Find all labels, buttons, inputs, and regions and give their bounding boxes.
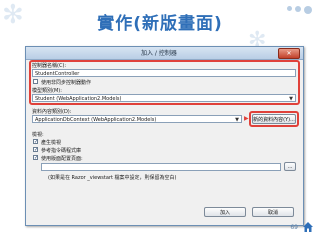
layout-path-input[interactable] xyxy=(41,163,281,171)
dialog-titlebar: 加入 / 控制器 ✕ xyxy=(26,47,303,60)
use-layout-label: 使用版面配置頁面: xyxy=(41,156,83,162)
data-context-dropdown[interactable]: ApplicationDbContext (WebApplication2.Mo… xyxy=(32,115,242,123)
slide-title: 實作(新版畫面) xyxy=(97,14,223,34)
home-icon[interactable] xyxy=(302,221,314,233)
use-layout-checkbox[interactable]: ✓ xyxy=(33,155,38,161)
add-controller-dialog: 加入 / 控制器 ✕ 控制器名稱(C): StudentController 使… xyxy=(25,46,304,226)
reference-scripts-checkbox[interactable]: ✓ xyxy=(33,147,38,153)
chevron-down-icon: ▼ xyxy=(235,117,239,123)
views-label: 檢視: xyxy=(32,132,44,138)
highlight-box-controller xyxy=(29,60,300,105)
generate-views-checkbox[interactable]: ✓ xyxy=(33,139,38,145)
arrow-right-icon: ▶ xyxy=(244,115,249,122)
data-context-value: ApplicationDbContext (WebApplication2.Mo… xyxy=(35,117,157,123)
layout-hint-text: (如果是在 Razor _viewstart 檔案中設定，則保留為空白) xyxy=(48,175,177,181)
generate-views-label: 產生檢視 xyxy=(41,140,62,146)
highlight-box-new-context xyxy=(249,111,299,127)
close-icon[interactable]: ✕ xyxy=(278,48,300,59)
browse-button[interactable]: ... xyxy=(284,162,296,171)
dialog-title: 加入 / 控制器 xyxy=(141,50,177,57)
page-number: 69 xyxy=(290,224,298,231)
add-button[interactable]: 加入 xyxy=(204,207,246,217)
slide: ✻ ✻ ✻ 實作(新版畫面) 加入 / 控制器 ✕ 控制器名稱(C): Stud… xyxy=(0,0,320,240)
reference-scripts-label: 參考指令碼程式庫 xyxy=(41,148,82,154)
cancel-button[interactable]: 取消 xyxy=(252,207,294,217)
data-context-label: 資料內容類別(D): xyxy=(32,109,72,115)
